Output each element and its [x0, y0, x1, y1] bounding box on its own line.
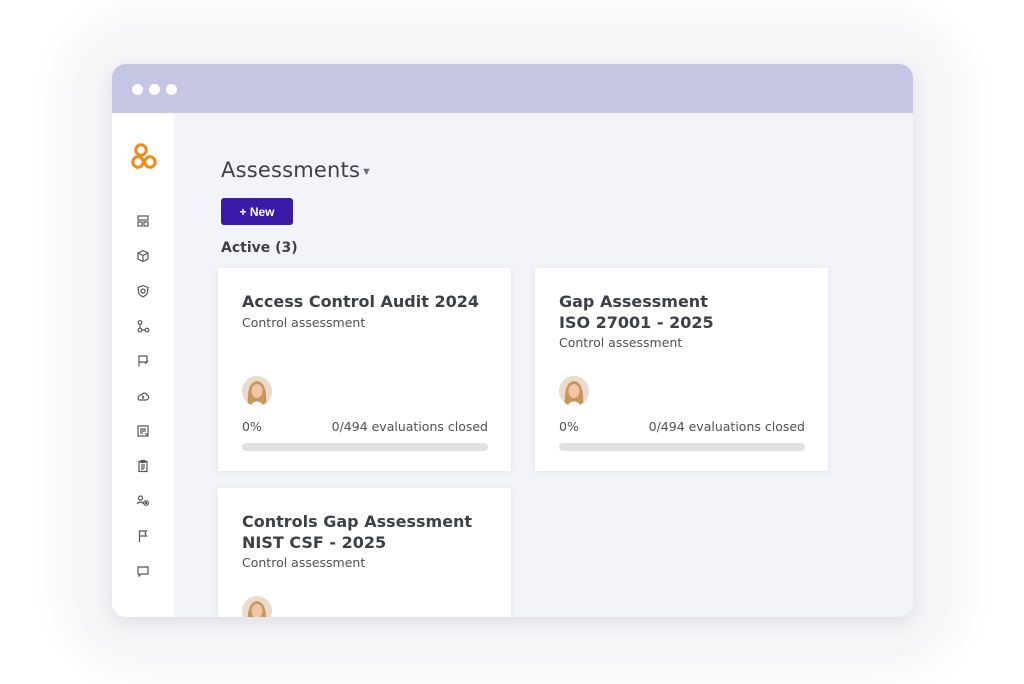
page-title: Assessments — [221, 158, 361, 182]
report-icon[interactable] — [134, 422, 152, 440]
new-assessment-button[interactable]: + New — [221, 198, 293, 225]
avatar[interactable] — [242, 376, 272, 406]
window-dot-icon — [132, 84, 143, 95]
active-section-label: Active (3) — [221, 240, 298, 256]
main-content: Assessments ▼ + New Active (3) Access Co… — [174, 113, 913, 617]
settings-users-icon[interactable] — [134, 492, 152, 510]
dashboard-icon[interactable] — [134, 212, 152, 230]
clipboard-icon[interactable] — [134, 457, 152, 475]
card-title: Controls Gap Assessment NIST CSF - 2025 — [242, 511, 492, 553]
card-title-line: Controls Gap Assessment — [242, 512, 473, 531]
chat-icon[interactable] — [134, 562, 152, 580]
logo-icon[interactable] — [131, 141, 161, 171]
card-subtitle: Control assessment — [242, 555, 366, 570]
evaluations-count: 0/494 evaluations closed — [331, 419, 488, 434]
card-title: Access Control Audit 2024 — [242, 291, 492, 312]
progress-bar — [242, 443, 488, 451]
card-title-line: Gap Assessment — [559, 292, 708, 311]
window-titlebar — [112, 64, 913, 113]
avatar[interactable] — [242, 596, 272, 617]
window-dot-icon — [149, 84, 160, 95]
card-title-line: Access Control Audit 2024 — [242, 292, 479, 311]
card-title-line: NIST CSF - 2025 — [242, 533, 387, 552]
cube-icon[interactable] — [134, 247, 152, 265]
workflow-icon[interactable] — [134, 317, 152, 335]
evaluations-count: 0/494 evaluations closed — [648, 419, 805, 434]
app-window: Assessments ▼ + New Active (3) Access Co… — [112, 64, 913, 617]
progress-percent: 0% — [559, 419, 579, 434]
progress-percent: 0% — [242, 419, 262, 434]
shield-icon[interactable] — [134, 282, 152, 300]
card-title: Gap Assessment ISO 27001 - 2025 — [559, 291, 809, 333]
sidebar — [112, 113, 174, 617]
card-subtitle: Control assessment — [559, 335, 683, 350]
progress-bar — [559, 443, 805, 451]
assessment-card[interactable]: Gap Assessment ISO 27001 - 2025 Control … — [535, 268, 828, 471]
flag-edit-icon[interactable] — [134, 352, 152, 370]
flag-icon[interactable] — [134, 527, 152, 545]
card-subtitle: Control assessment — [242, 315, 366, 330]
card-title-line: ISO 27001 - 2025 — [559, 313, 714, 332]
window-dot-icon — [166, 84, 177, 95]
assessment-card[interactable]: Controls Gap Assessment NIST CSF - 2025 … — [218, 488, 511, 617]
assessment-card[interactable]: Access Control Audit 2024 Control assess… — [218, 268, 511, 471]
avatar[interactable] — [559, 376, 589, 406]
cloud-upload-icon[interactable] — [134, 387, 152, 405]
title-dropdown-icon[interactable]: ▼ — [361, 166, 372, 178]
